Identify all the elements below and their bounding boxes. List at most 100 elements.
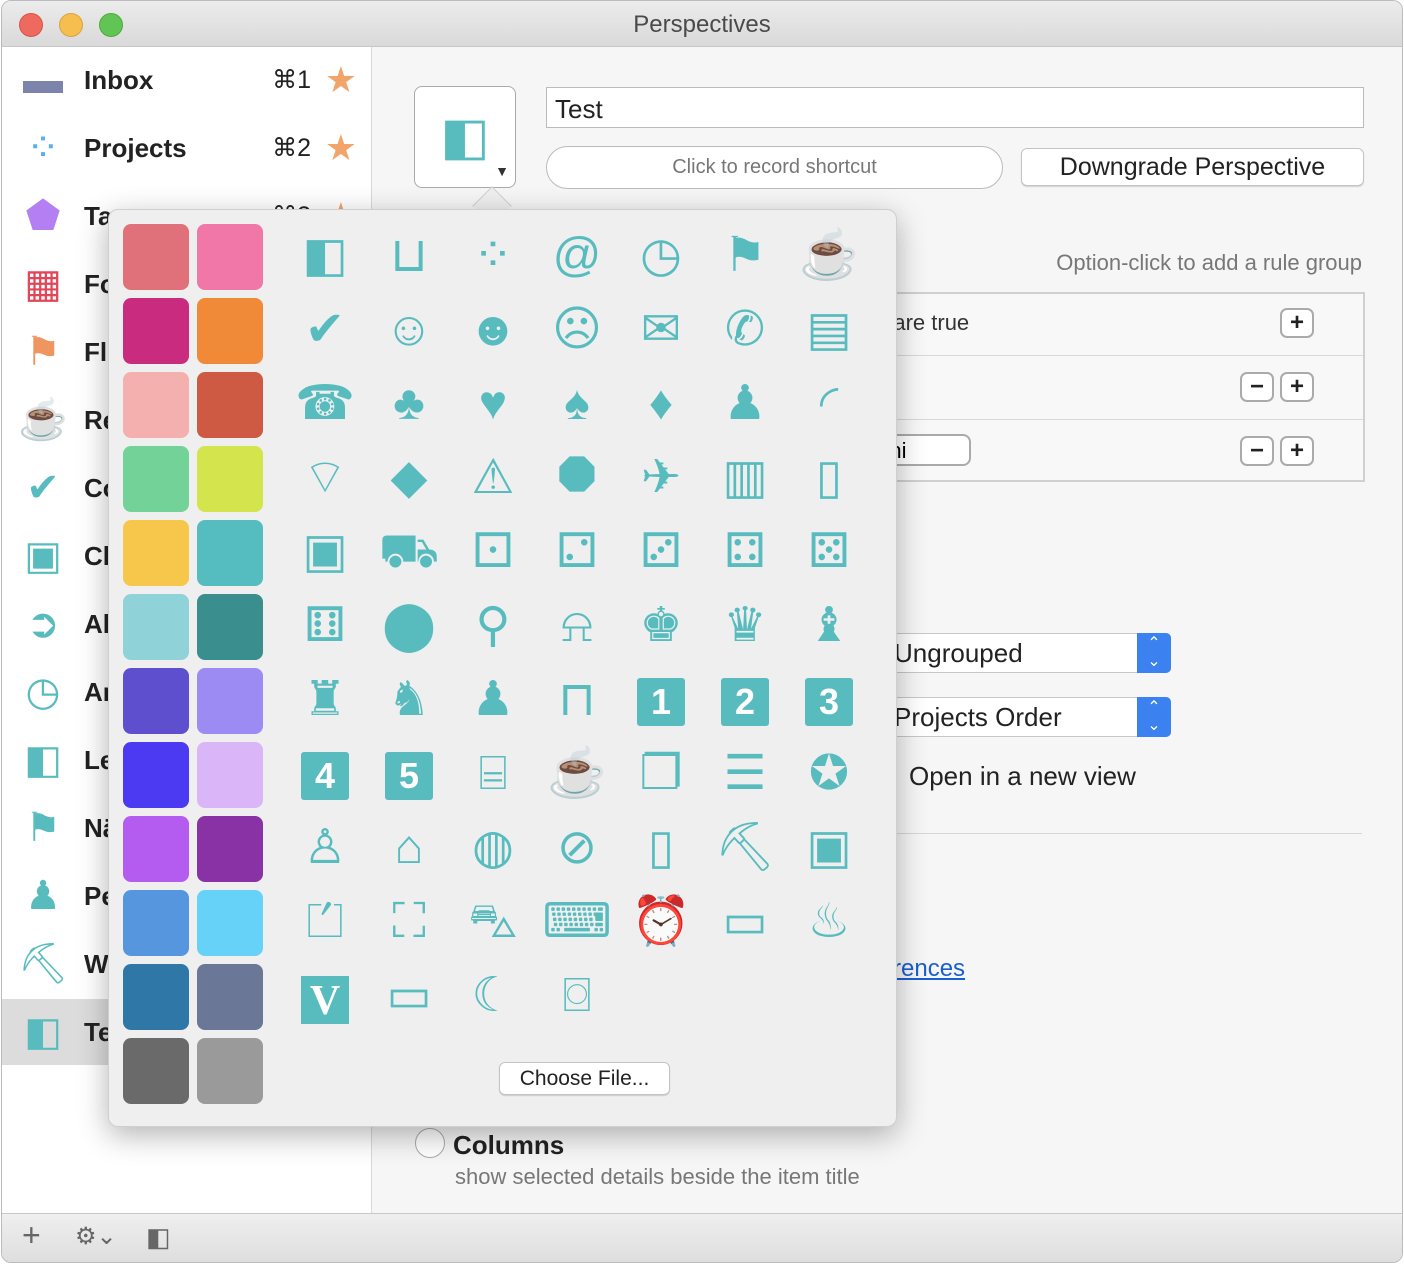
scanner-icon[interactable]: ⏍ <box>290 890 360 954</box>
color-swatch[interactable] <box>197 668 263 734</box>
moon-icon[interactable]: ☾ <box>458 964 528 1028</box>
remove-rule-button[interactable]: − <box>1240 436 1274 466</box>
mug-icon[interactable]: ☕ <box>542 742 612 806</box>
color-swatch[interactable] <box>123 1038 189 1104</box>
color-swatch[interactable] <box>197 372 263 438</box>
chess-king-icon[interactable]: ♚ <box>626 594 696 658</box>
sad-face-icon[interactable]: ☹ <box>542 298 612 362</box>
smile-icon[interactable]: ☺ <box>374 298 444 362</box>
favorite-star-icon[interactable]: ★ <box>325 59 357 101</box>
die-four-icon[interactable]: ⚃ <box>710 520 780 584</box>
heart-icon[interactable]: ♥ <box>458 372 528 436</box>
alarm-clock-icon[interactable]: ⏰ <box>626 890 696 954</box>
gear-menu-button[interactable]: ⚙⌄ <box>75 1222 117 1251</box>
checkmark-circle-icon[interactable]: ✔ <box>290 298 360 362</box>
train-icon[interactable]: ▯ <box>794 446 864 510</box>
color-swatch[interactable] <box>123 520 189 586</box>
rss-icon[interactable]: ◜ <box>794 372 864 436</box>
perspective-name-field[interactable]: Test <box>546 87 1364 128</box>
diamond-icon[interactable]: ♦ <box>626 372 696 436</box>
open-new-view-checkbox-label[interactable]: Open in a new view <box>909 761 1136 792</box>
add-rule-button[interactable]: + <box>1280 308 1314 338</box>
color-swatch[interactable] <box>197 816 263 882</box>
lock-icon[interactable]: ⊓ <box>542 668 612 732</box>
add-rule-button[interactable]: + <box>1280 372 1314 402</box>
die-five-icon[interactable]: ⚄ <box>794 520 864 584</box>
choose-file-button[interactable]: Choose File... <box>499 1062 670 1095</box>
bus-icon[interactable]: ▥ <box>710 446 780 510</box>
crown-icon[interactable]: ♛ <box>710 594 780 658</box>
color-swatch[interactable] <box>197 446 263 512</box>
color-swatch[interactable] <box>197 890 263 956</box>
tablet-icon[interactable]: ▭ <box>374 964 444 1028</box>
chess-rook-icon[interactable]: ♜ <box>290 668 360 732</box>
documents-icon[interactable]: ❐ <box>626 742 696 806</box>
color-swatch[interactable] <box>123 890 189 956</box>
clock-icon[interactable]: ◷ <box>626 224 696 288</box>
perspective-icon[interactable]: ◧ <box>290 224 360 288</box>
telephone-icon[interactable]: ☎ <box>290 372 360 436</box>
monitor-icon[interactable]: ▭ <box>710 890 780 954</box>
fire-icon[interactable]: ♨ <box>794 890 864 954</box>
letter-v-icon[interactable]: V <box>290 964 360 1028</box>
warning-octagon-icon[interactable]: ⯃ <box>542 446 612 510</box>
lightbulb-icon[interactable]: ⚲ <box>458 594 528 658</box>
inbox-tray-icon[interactable]: ⊔ <box>374 224 444 288</box>
warning-triangle-icon[interactable]: ⚠ <box>458 446 528 510</box>
warning-diamond-icon[interactable]: ◆ <box>374 446 444 510</box>
die-six-icon[interactable]: ⚅ <box>290 594 360 658</box>
spade-icon[interactable]: ♠ <box>542 372 612 436</box>
calendar-icon[interactable]: ▣ <box>794 816 864 880</box>
bus-front-icon[interactable]: ▣ <box>290 520 360 584</box>
color-swatch[interactable] <box>123 298 189 364</box>
star-badge-icon[interactable]: ✪ <box>794 742 864 806</box>
chess-bishop-icon[interactable]: ♝ <box>794 594 864 658</box>
chess-pawn-icon[interactable]: ♟ <box>458 668 528 732</box>
projects-dots-icon[interactable]: ⁘ <box>458 224 528 288</box>
perspective-icon-button[interactable]: ◧ ▼ <box>414 86 516 188</box>
blueprint-icon[interactable]: ⌸ <box>458 742 528 806</box>
color-swatch[interactable] <box>123 594 189 660</box>
remove-rule-button[interactable]: − <box>1240 372 1274 402</box>
bell-icon[interactable]: ⍾ <box>542 594 612 658</box>
doctor-icon[interactable]: ♙ <box>290 816 360 880</box>
record-shortcut-field[interactable]: Click to record shortcut <box>546 146 1003 189</box>
house-icon[interactable]: ⌂ <box>374 816 444 880</box>
chess-knight-icon[interactable]: ♞ <box>374 668 444 732</box>
die-two-icon[interactable]: ⚁ <box>542 520 612 584</box>
tennis-ball-icon[interactable]: ◍ <box>458 816 528 880</box>
color-swatch[interactable] <box>123 446 189 512</box>
number-one-icon[interactable]: 1 <box>626 668 696 732</box>
color-swatch[interactable] <box>197 224 263 290</box>
grouping-popup[interactable]: Ungrouped ⌃ ⌄ <box>853 633 1171 673</box>
columns-radio[interactable] <box>415 1128 445 1158</box>
color-swatch[interactable] <box>123 668 189 734</box>
eight-ball-icon[interactable]: ⬤ <box>374 594 444 658</box>
toolbox-icon[interactable]: ⛏ <box>710 816 780 880</box>
person-icon[interactable]: ♟ <box>710 372 780 436</box>
preferences-link[interactable]: rences <box>893 955 965 983</box>
sidebar-item[interactable]: ⁘ Projects ⌘2 ★ <box>2 115 371 181</box>
color-swatch[interactable] <box>197 1038 263 1104</box>
die-one-icon[interactable]: ⚀ <box>458 520 528 584</box>
color-swatch[interactable] <box>197 520 263 586</box>
color-swatch[interactable] <box>123 816 189 882</box>
envelope-icon[interactable]: ✉ <box>626 298 696 362</box>
color-swatch[interactable] <box>123 372 189 438</box>
number-two-icon[interactable]: 2 <box>710 668 780 732</box>
flag-icon[interactable]: ⚑ <box>710 224 780 288</box>
safe-icon[interactable]: ⊘ <box>542 816 612 880</box>
neutral-face-icon[interactable]: ☻ <box>458 298 528 362</box>
die-three-icon[interactable]: ⚂ <box>626 520 696 584</box>
sidebar-item[interactable]: ▬ Inbox ⌘1 ★ <box>2 47 371 113</box>
color-swatch[interactable] <box>123 224 189 290</box>
club-icon[interactable]: ♣ <box>374 372 444 436</box>
at-sign-icon[interactable]: @ <box>542 224 612 288</box>
number-four-icon[interactable]: 4 <box>290 742 360 806</box>
sorting-popup[interactable]: Projects Order ⌃ ⌄ <box>853 697 1171 737</box>
add-rule-button[interactable]: + <box>1280 436 1314 466</box>
number-five-icon[interactable]: 5 <box>374 742 444 806</box>
sidebar-toggle-button[interactable]: ◧ <box>146 1222 171 1253</box>
number-three-icon[interactable]: 3 <box>794 668 864 732</box>
smartphone-icon[interactable]: ▯ <box>626 816 696 880</box>
